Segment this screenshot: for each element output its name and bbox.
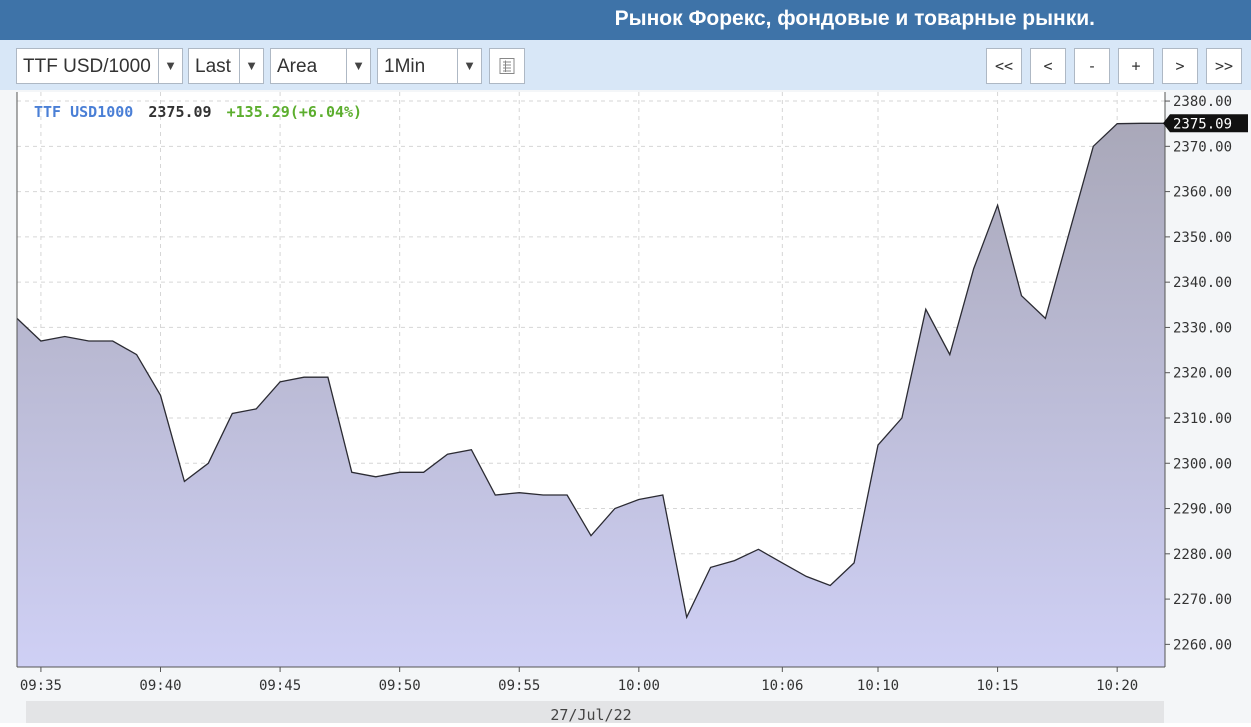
x-tick-label: 10:06 bbox=[761, 678, 803, 694]
x-tick-label: 10:15 bbox=[977, 678, 1019, 694]
y-tick-label: 2310.00 bbox=[1173, 411, 1232, 427]
chart-area: 2260.00 2270.00 2280.00 2290.00 2300.00 2310.… bbox=[0, 90, 1251, 724]
x-tick-label: 10:00 bbox=[618, 678, 660, 694]
field-select-value: Last bbox=[195, 56, 231, 77]
y-tick-label: 2330.00 bbox=[1173, 320, 1232, 336]
y-tick-label: 2290.00 bbox=[1173, 502, 1232, 518]
y-tick-label: 2320.00 bbox=[1173, 366, 1232, 382]
price-chart[interactable]: 2260.00 2270.00 2280.00 2290.00 2300.00 2310.… bbox=[0, 90, 1251, 724]
y-tick-label: 2270.00 bbox=[1173, 592, 1232, 608]
nav-next-button[interactable]: > bbox=[1162, 48, 1198, 84]
x-tick-label: 09:50 bbox=[379, 678, 421, 694]
chevron-down-icon[interactable]: ▼ bbox=[346, 49, 370, 83]
chart-style-select-value: Area bbox=[277, 56, 318, 77]
last-price-marker: 2375.09 bbox=[1163, 114, 1248, 133]
field-select[interactable]: Last ▼ bbox=[188, 48, 264, 84]
chevron-down-icon[interactable]: ▼ bbox=[239, 49, 263, 83]
x-tick-label: 09:55 bbox=[498, 678, 540, 694]
last-price-label: 2375.09 bbox=[1173, 116, 1232, 132]
x-tick-label: 09:45 bbox=[259, 678, 301, 694]
y-tick-label: 2260.00 bbox=[1173, 637, 1232, 653]
zoom-in-button[interactable]: + bbox=[1118, 48, 1154, 84]
y-tick-label: 2300.00 bbox=[1173, 456, 1232, 472]
chart-style-select[interactable]: Area ▼ bbox=[270, 48, 371, 84]
chevron-down-icon[interactable]: ▼ bbox=[457, 49, 481, 83]
y-tick-label: 2340.00 bbox=[1173, 275, 1232, 291]
x-tick-label: 10:20 bbox=[1096, 678, 1138, 694]
chart-widget: Рынок Форекс, фондовые и товарные рынки.… bbox=[0, 0, 1251, 724]
y-tick-label: 2380.00 bbox=[1173, 94, 1232, 110]
nav-prev-button[interactable]: < bbox=[1030, 48, 1066, 84]
symbol-select-value: TTF USD/1000 bbox=[23, 56, 151, 77]
interval-select[interactable]: 1Min ▼ bbox=[377, 48, 482, 84]
zoom-out-button[interactable]: - bbox=[1074, 48, 1110, 84]
x-tick-label: 09:35 bbox=[20, 678, 62, 694]
legend-price: 2375.09 bbox=[148, 103, 211, 121]
nav-last-button[interactable]: >> bbox=[1206, 48, 1242, 84]
symbol-select[interactable]: TTF USD/1000 ▼ bbox=[16, 48, 183, 84]
chevron-down-icon[interactable]: ▼ bbox=[158, 49, 182, 83]
y-tick-label: 2370.00 bbox=[1173, 139, 1232, 155]
legend-change: +135.29(+6.04%) bbox=[227, 103, 362, 121]
x-tick-label: 09:40 bbox=[139, 678, 181, 694]
y-tick-label: 2350.00 bbox=[1173, 230, 1232, 246]
header-bar: Рынок Форекс, фондовые и товарные рынки. bbox=[0, 0, 1251, 40]
chart-legend: TTF USD1000 2375.09 +135.29(+6.04%) bbox=[34, 103, 362, 121]
date-label: 27/Jul/22 bbox=[550, 706, 631, 723]
page-title: Рынок Форекс, фондовые и товарные рынки. bbox=[614, 7, 1095, 30]
y-tick-label: 2280.00 bbox=[1173, 547, 1232, 563]
y-tick-label: 2360.00 bbox=[1173, 185, 1232, 201]
nav-first-button[interactable]: << bbox=[986, 48, 1022, 84]
chart-toolbar: TTF USD/1000 ▼ Last ▼ Area ▼ 1Min ▼ << <… bbox=[0, 40, 1251, 90]
chart-settings-button[interactable] bbox=[489, 48, 525, 84]
interval-select-value: 1Min bbox=[384, 56, 426, 77]
x-tick-label: 10:10 bbox=[857, 678, 899, 694]
table-icon bbox=[499, 58, 515, 74]
legend-name: TTF USD1000 bbox=[34, 103, 133, 121]
